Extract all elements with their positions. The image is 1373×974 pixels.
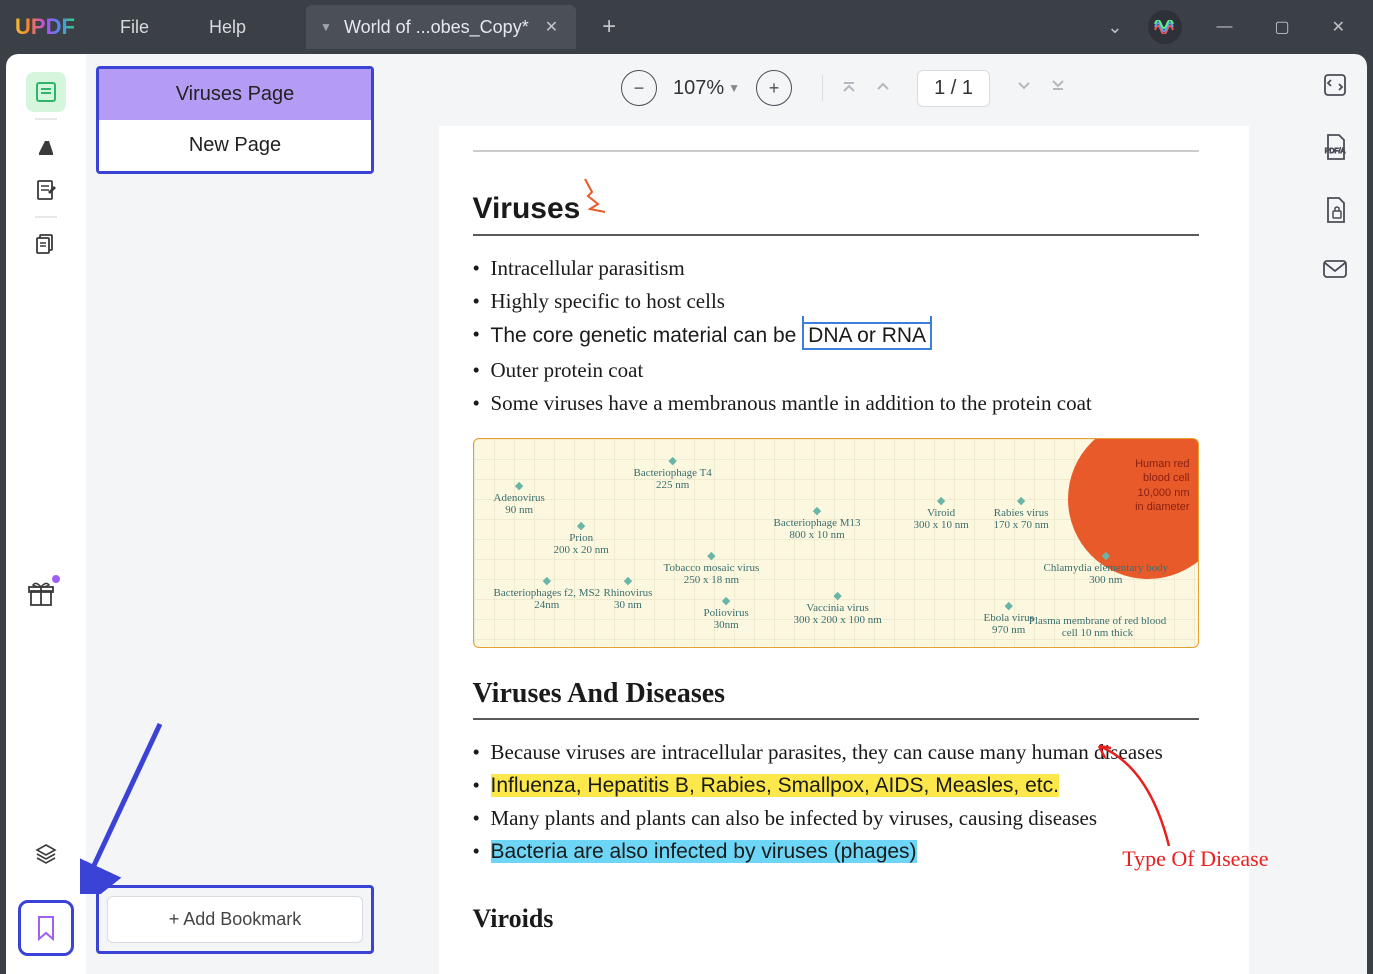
mail-icon [1322, 259, 1348, 279]
highlighter-icon [35, 135, 57, 157]
bookmarks-panel-button[interactable] [18, 900, 74, 956]
chevron-down-icon: ▼ [728, 81, 740, 95]
add-bookmark-button[interactable]: + Add Bookmark [107, 896, 363, 943]
close-button[interactable]: ✕ [1324, 9, 1353, 45]
menu-file[interactable]: File [90, 17, 179, 38]
heading-viruses: Viruses [473, 192, 581, 226]
boxed-text-annotation: DNA or RNA [802, 322, 932, 350]
minimize-button[interactable]: — [1208, 10, 1240, 44]
bullet-list: Intracellular parasitism Highly specific… [473, 252, 1199, 420]
lock-page-icon [1322, 196, 1348, 224]
diagram-label: ◆Adenovirus90 nm [494, 479, 545, 516]
thumbnails-icon [35, 81, 57, 103]
arrow-annotation [80, 714, 180, 894]
heading-viroids: Viroids [473, 904, 554, 934]
titlebar: UPDF File Help ▼ World of ...obes_Copy* … [0, 0, 1373, 54]
edit-page-icon [35, 179, 57, 201]
diagram-label: Human redblood cell10,000 nmin diameter [1135, 457, 1189, 514]
bookmark-icon [35, 915, 57, 941]
list-item: Outer protein coat [473, 354, 1199, 387]
layers-icon [34, 842, 58, 866]
convert-button[interactable] [1322, 72, 1348, 103]
diagram-label: ◆Prion200 x 20 nm [554, 519, 609, 556]
thumbnails-button[interactable] [26, 72, 66, 112]
bookmark-list: Viruses Page New Page [96, 66, 374, 174]
annotate-button[interactable] [26, 126, 66, 166]
diagram-label: ◆Vaccinia virus300 x 200 x 100 nm [794, 589, 882, 626]
page-indicator[interactable]: 1 / 1 [917, 70, 990, 107]
bookmark-item[interactable]: Viruses Page [99, 69, 371, 120]
gift-button[interactable] [26, 579, 56, 614]
app-logo: UPDF [0, 14, 90, 40]
edit-button[interactable] [26, 170, 66, 210]
svg-text:PDF/A: PDF/A [1325, 148, 1346, 155]
squiggle-annotation [580, 174, 620, 214]
diagram-label: Plasma membrane of red blood cell 10 nm … [1028, 615, 1168, 639]
document-page: Viruses Intracellular parasitism Highly … [439, 126, 1249, 974]
next-page-button[interactable] [1016, 78, 1032, 99]
theme-button[interactable] [1148, 10, 1182, 44]
last-page-button[interactable] [1050, 78, 1066, 99]
window-dropdown-icon[interactable]: ⌄ [1107, 17, 1122, 38]
list-item: Highly specific to host cells [473, 285, 1199, 318]
pdfa-icon: PDF/A [1322, 133, 1348, 161]
add-bookmark-wrap: + Add Bookmark [96, 885, 374, 954]
handwriting-annotation: Type Of Disease [1122, 846, 1268, 872]
right-rail: PDF/A [1303, 54, 1367, 974]
diagram-label: ◆Rabies virus170 x 70 nm [994, 494, 1049, 531]
virus-diagram: Human redblood cell10,000 nmin diameter … [473, 438, 1199, 648]
menu-help[interactable]: Help [179, 17, 276, 38]
zoom-level[interactable]: 107%▼ [673, 77, 740, 100]
tab-close-icon[interactable]: ✕ [541, 17, 562, 37]
arrow-annotation [1089, 736, 1189, 856]
diagram-label: ◆Ebola virus970 nm [984, 599, 1034, 636]
list-item: The core genetic material can be DNA or … [473, 318, 1199, 354]
document-viewport[interactable]: Viruses Intracellular parasitism Highly … [384, 122, 1303, 974]
diagram-label: ◆Viroid300 x 10 nm [914, 494, 969, 531]
pages-icon [35, 233, 57, 255]
main-area: − 107%▼ + 1 / 1 Viruses Intracellular [384, 54, 1303, 974]
tab-title: World of ...obes_Copy* [344, 17, 529, 38]
gift-icon [26, 579, 56, 609]
bookmarks-panel: Viruses Page New Page + Add Bookmark [86, 54, 384, 974]
pages-button[interactable] [26, 224, 66, 264]
convert-icon [1322, 72, 1348, 98]
diagram-label: ◆Bacteriophage T4225 nm [634, 454, 712, 491]
zoom-in-button[interactable]: + [756, 70, 792, 106]
diagram-label: ◆Rhinovirus30 nm [604, 574, 653, 611]
share-button[interactable] [1322, 259, 1348, 284]
diagram-label: ◆Poliovirus30nm [704, 594, 749, 631]
first-page-button[interactable] [841, 78, 857, 99]
protect-button[interactable] [1322, 196, 1348, 229]
document-tab[interactable]: ▼ World of ...obes_Copy* ✕ [306, 5, 576, 49]
bookmark-item[interactable]: New Page [99, 120, 371, 171]
maximize-button[interactable]: ▢ [1266, 9, 1297, 45]
list-item: Some viruses have a membranous mantle in… [473, 387, 1199, 420]
zoom-out-button[interactable]: − [621, 70, 657, 106]
wave-icon [1154, 20, 1176, 34]
diagram-label: ◆Chlamydia elementary body300 nm [1044, 549, 1169, 586]
new-tab-button[interactable]: + [594, 13, 624, 41]
view-toolbar: − 107%▼ + 1 / 1 [384, 54, 1303, 122]
diagram-label: ◆Tobacco mosaic virus250 x 18 nm [664, 549, 760, 586]
diagram-label: ◆Bacteriophages f2, MS224nm [494, 574, 601, 611]
tab-dropdown-icon[interactable]: ▼ [320, 20, 332, 34]
pdfa-button[interactable]: PDF/A [1322, 133, 1348, 166]
layers-button[interactable] [26, 834, 66, 874]
list-item: Intracellular parasitism [473, 252, 1199, 285]
diagram-label: ◆Bacteriophage M13800 x 10 nm [774, 504, 861, 541]
left-rail [6, 54, 86, 974]
heading-diseases: Viruses And Diseases [473, 678, 726, 710]
prev-page-button[interactable] [875, 78, 891, 99]
